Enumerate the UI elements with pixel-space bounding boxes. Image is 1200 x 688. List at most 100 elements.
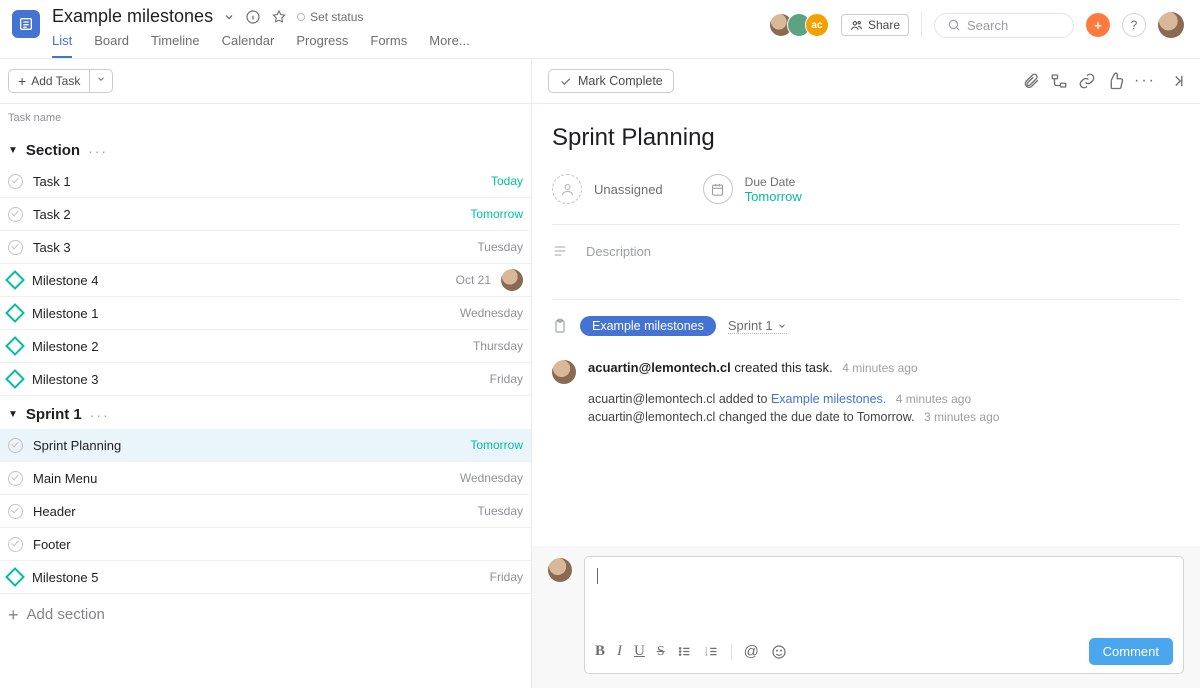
share-button[interactable]: Share bbox=[841, 14, 909, 36]
tab-calendar[interactable]: Calendar bbox=[222, 33, 275, 58]
task-name: Task 1 bbox=[33, 174, 481, 189]
task-check-icon[interactable] bbox=[8, 240, 23, 255]
set-status-button[interactable]: Set status bbox=[297, 10, 363, 24]
section-header[interactable]: ▼ Section ··· bbox=[0, 132, 531, 165]
bold-icon[interactable]: B bbox=[595, 643, 605, 660]
emoji-icon[interactable] bbox=[771, 644, 787, 660]
mention-icon[interactable]: @ bbox=[744, 643, 759, 660]
project-pill[interactable]: Example milestones bbox=[580, 316, 716, 336]
info-icon[interactable] bbox=[245, 9, 261, 25]
project-icon[interactable] bbox=[12, 10, 40, 38]
task-row[interactable]: Task 3Tuesday bbox=[0, 231, 531, 264]
due-date-field[interactable]: Due Date Tomorrow bbox=[703, 174, 802, 204]
task-name: Footer bbox=[33, 537, 513, 552]
member-avatars[interactable]: ac bbox=[775, 13, 829, 37]
strikethrough-icon[interactable]: S bbox=[657, 644, 665, 660]
search-icon bbox=[947, 18, 961, 32]
attachment-icon[interactable] bbox=[1022, 72, 1040, 90]
task-check-icon[interactable] bbox=[8, 504, 23, 519]
activity-link[interactable]: Example milestones. bbox=[771, 392, 886, 406]
divider bbox=[731, 644, 732, 660]
milestone-row[interactable]: Milestone 1 Wednesday bbox=[0, 297, 531, 330]
milestone-icon bbox=[5, 369, 25, 389]
section-more-icon[interactable]: ··· bbox=[88, 143, 108, 159]
bullet-list-icon[interactable] bbox=[677, 644, 692, 659]
assignee-field[interactable]: Unassigned bbox=[552, 174, 663, 204]
close-panel-icon[interactable] bbox=[1166, 72, 1184, 90]
caret-down-icon: ▼ bbox=[8, 145, 18, 156]
task-row[interactable]: Task 1Today bbox=[0, 165, 531, 198]
task-check-icon[interactable] bbox=[8, 438, 23, 453]
milestone-row[interactable]: Milestone 3Friday bbox=[0, 363, 531, 396]
quick-add-button[interactable]: + bbox=[1086, 13, 1110, 37]
task-check-icon[interactable] bbox=[8, 174, 23, 189]
task-name: Milestone 4 bbox=[32, 273, 446, 288]
activity-entry: acuartin@lemontech.cl added to Example m… bbox=[588, 392, 1180, 406]
chevron-down-icon[interactable] bbox=[223, 11, 235, 23]
tab-board[interactable]: Board bbox=[94, 33, 129, 58]
tab-forms[interactable]: Forms bbox=[370, 33, 407, 58]
mark-complete-label: Mark Complete bbox=[578, 74, 663, 88]
check-icon bbox=[559, 75, 572, 88]
tab-timeline[interactable]: Timeline bbox=[151, 33, 200, 58]
me-avatar[interactable] bbox=[1158, 12, 1184, 38]
task-name: Header bbox=[33, 504, 467, 519]
tab-progress[interactable]: Progress bbox=[296, 33, 348, 58]
description-placeholder: Description bbox=[586, 244, 651, 259]
underline-icon[interactable]: U bbox=[634, 643, 645, 660]
section-more-icon[interactable]: ··· bbox=[90, 407, 110, 423]
task-detail-title[interactable]: Sprint Planning bbox=[552, 124, 1180, 152]
milestone-row[interactable]: Milestone 2 Thursday bbox=[0, 330, 531, 363]
calendar-icon bbox=[703, 174, 733, 204]
milestone-icon bbox=[5, 303, 25, 323]
activity-avatar bbox=[552, 360, 576, 384]
add-task-dropdown[interactable] bbox=[89, 70, 112, 92]
project-title[interactable]: Example milestones bbox=[52, 6, 213, 27]
numbered-list-icon[interactable]: 123 bbox=[704, 644, 719, 659]
task-name: Milestone 2 bbox=[32, 339, 463, 354]
task-check-icon[interactable] bbox=[8, 537, 23, 552]
description-field[interactable]: Description bbox=[552, 225, 1180, 300]
section-header[interactable]: ▼ Sprint 1 ··· bbox=[0, 396, 531, 429]
add-task-button[interactable]: +Add Task bbox=[8, 69, 113, 93]
task-row[interactable]: Footer bbox=[0, 528, 531, 561]
milestone-row[interactable]: Milestone 5Friday bbox=[0, 561, 531, 594]
tab-list[interactable]: List bbox=[52, 33, 72, 58]
mark-complete-button[interactable]: Mark Complete bbox=[548, 69, 674, 93]
search-input[interactable]: Search bbox=[934, 13, 1074, 38]
task-due: Thursday bbox=[473, 339, 523, 353]
assignee-avatar[interactable] bbox=[501, 269, 523, 291]
status-dot-icon bbox=[297, 13, 305, 21]
project-section-link[interactable]: Sprint 1 bbox=[728, 318, 787, 334]
task-due: Wednesday bbox=[460, 306, 523, 320]
milestone-icon bbox=[5, 270, 25, 290]
comment-input[interactable] bbox=[585, 557, 1183, 632]
task-row[interactable]: Main MenuWednesday bbox=[0, 462, 531, 495]
task-row[interactable]: HeaderTuesday bbox=[0, 495, 531, 528]
italic-icon[interactable]: I bbox=[617, 643, 622, 660]
tab-more[interactable]: More... bbox=[429, 33, 469, 58]
activity-created: acuartin@lemontech.cl created this task.… bbox=[588, 360, 918, 375]
share-label: Share bbox=[868, 18, 900, 32]
comment-submit-button[interactable]: Comment bbox=[1089, 638, 1173, 665]
help-button[interactable]: ? bbox=[1122, 13, 1146, 37]
due-date-label: Due Date bbox=[745, 175, 802, 189]
search-placeholder: Search bbox=[967, 18, 1008, 33]
milestone-row[interactable]: Milestone 4Oct 21 bbox=[0, 264, 531, 297]
due-date-value: Tomorrow bbox=[745, 189, 802, 204]
task-row[interactable]: Sprint PlanningTomorrow bbox=[0, 429, 531, 462]
task-name: Task 3 bbox=[33, 240, 467, 255]
task-name: Milestone 1 bbox=[32, 306, 450, 321]
star-icon[interactable] bbox=[271, 9, 287, 25]
task-check-icon[interactable] bbox=[8, 207, 23, 222]
task-row[interactable]: Task 2Tomorrow bbox=[0, 198, 531, 231]
subtask-icon[interactable] bbox=[1050, 72, 1068, 90]
assignee-label: Unassigned bbox=[594, 182, 663, 197]
section-title: Sprint 1 bbox=[26, 406, 82, 423]
section-title: Section bbox=[26, 142, 80, 159]
like-icon[interactable] bbox=[1106, 72, 1124, 90]
add-section-button[interactable]: +Add section bbox=[0, 594, 531, 635]
task-check-icon[interactable] bbox=[8, 471, 23, 486]
link-icon[interactable] bbox=[1078, 72, 1096, 90]
more-icon[interactable]: ··· bbox=[1134, 72, 1156, 90]
